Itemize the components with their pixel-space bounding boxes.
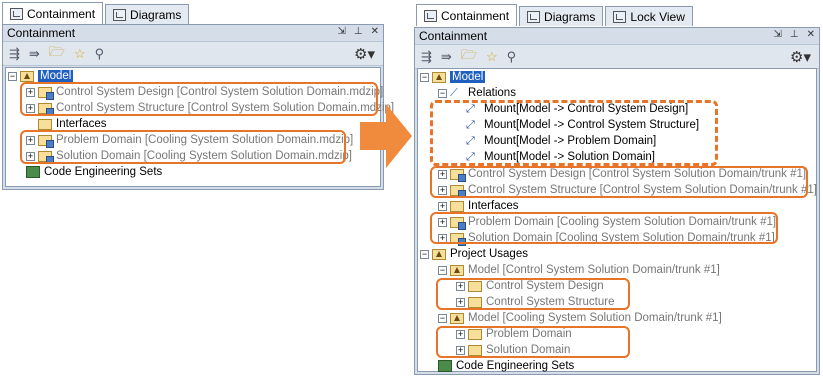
pin-icon[interactable]: ⊥ [790, 29, 799, 40]
tree-label: Code Engineering Sets [44, 166, 163, 178]
expand-icon[interactable]: ⇛ [29, 46, 40, 62]
left-tab-diagrams[interactable]: Diagrams [105, 4, 190, 24]
relations-icon: ⟋ [450, 87, 458, 99]
model-icon [432, 71, 446, 83]
package-icon [38, 118, 52, 130]
close-icon[interactable]: ✕ [807, 29, 815, 40]
tree-label: Relations [468, 87, 516, 99]
collapse-icon[interactable]: ⇶ [9, 46, 20, 62]
right-highlight-mount-relations [430, 100, 718, 166]
tree-label: Model [Control System Solution Domain/tr… [468, 264, 720, 276]
collapse-toggle[interactable]: − [420, 72, 429, 82]
code-engineering-icon [26, 166, 40, 178]
tab-label: Containment [441, 8, 510, 23]
model-icon [20, 70, 34, 82]
expand-icon[interactable]: ⇛ [441, 49, 452, 65]
collapse-icon[interactable]: ⇶ [421, 49, 432, 65]
gear-icon[interactable]: ⚙▾ [790, 48, 811, 66]
right-highlight-control [430, 166, 808, 198]
right-tab-containment[interactable]: Containment [416, 4, 518, 26]
tree-label: Interfaces [468, 200, 519, 212]
maximize-icon[interactable]: ⇲ [338, 26, 346, 37]
tree-row[interactable]: − ⟋ Relations [438, 85, 516, 101]
maximize-icon[interactable]: ⇲ [774, 29, 782, 40]
tree-row[interactable]: − Model [Cooling System Solution Domain/t… [438, 310, 722, 326]
pin-icon[interactable]: ⊥ [354, 26, 363, 37]
package-icon [450, 200, 464, 212]
panel-title: Containment [419, 29, 488, 43]
close-icon[interactable]: ✕ [371, 26, 379, 37]
tree-label: Model [Cooling System Solution Domain/tr… [468, 312, 722, 324]
left-highlight-cooling [20, 130, 346, 164]
tree-row[interactable]: − Model [420, 69, 486, 85]
tab-label: Lock View [630, 9, 685, 24]
expand-toggle[interactable]: + [438, 201, 447, 211]
tree-row[interactable]: Code Engineering Sets [26, 164, 162, 180]
star-icon[interactable]: ☆ [486, 49, 498, 65]
tree-label: Code Engineering Sets [456, 360, 575, 372]
right-tab-lock-view[interactable]: Lock View [605, 6, 693, 26]
panel-title: Containment [7, 26, 76, 40]
containment-tab-icon [424, 9, 437, 22]
containment-tab-icon [10, 7, 23, 20]
open-folder-icon[interactable]: 🗁 [49, 43, 65, 65]
right-panel-titlebar: Containment ⇲ ⊥ ✕ [415, 28, 819, 45]
diagrams-tab-icon [113, 8, 127, 21]
collapse-toggle[interactable]: − [438, 313, 447, 323]
transition-arrow [360, 104, 412, 168]
left-toolbar: ⇶ ⇛ 🗁 ☆ ⚲ ⚙▾ [3, 42, 383, 66]
right-tab-strip: Containment Diagrams Lock View [416, 4, 695, 26]
collapse-toggle[interactable]: − [8, 71, 17, 81]
tree-label: Model [450, 71, 486, 83]
right-toolbar: ⇶ ⇛ 🗁 ☆ ⚲ ⚙▾ [415, 45, 819, 69]
code-engineering-icon [438, 360, 452, 372]
collapse-toggle[interactable]: − [438, 88, 447, 98]
search-icon[interactable]: ⚲ [507, 49, 517, 65]
tab-label: Diagrams [130, 7, 182, 22]
tree-row[interactable]: − Model [Control System Solution Domain/t… [438, 262, 720, 278]
tree-label: Project Usages [450, 248, 528, 260]
tab-label: Containment [27, 6, 96, 21]
model-icon [450, 312, 464, 324]
left-highlight-control [20, 82, 378, 116]
lock-view-tab-icon [613, 10, 627, 23]
search-icon[interactable]: ⚲ [95, 46, 105, 62]
model-icon [450, 264, 464, 276]
open-folder-icon[interactable]: 🗁 [461, 46, 477, 68]
right-containment-panel: Containment ⇲ ⊥ ✕ ⇶ ⇛ 🗁 ☆ ⚲ ⚙▾ − Model − ⟋ Re… [414, 27, 820, 375]
right-highlight-cooling [430, 212, 778, 244]
right-tab-diagrams[interactable]: Diagrams [519, 6, 604, 26]
right-highlight-control-usages [436, 278, 630, 310]
tree-label: Interfaces [56, 118, 107, 130]
left-tab-containment[interactable]: Containment [2, 2, 104, 24]
tree-row[interactable]: Code Engineering Sets [438, 358, 574, 374]
collapse-toggle[interactable]: − [438, 265, 447, 275]
collapse-toggle[interactable]: − [420, 249, 429, 259]
right-highlight-cooling-usages [436, 326, 630, 358]
left-tab-strip: Containment Diagrams [2, 2, 191, 24]
left-panel-titlebar: Containment ⇲ ⊥ ✕ [3, 25, 383, 42]
tree-row[interactable]: − Project Usages [420, 246, 528, 262]
model-icon [432, 248, 446, 260]
tab-label: Diagrams [544, 9, 596, 24]
gear-icon[interactable]: ⚙▾ [354, 45, 375, 63]
diagrams-tab-icon [527, 10, 541, 23]
tree-label: Model [38, 70, 74, 82]
star-icon[interactable]: ☆ [74, 46, 86, 62]
